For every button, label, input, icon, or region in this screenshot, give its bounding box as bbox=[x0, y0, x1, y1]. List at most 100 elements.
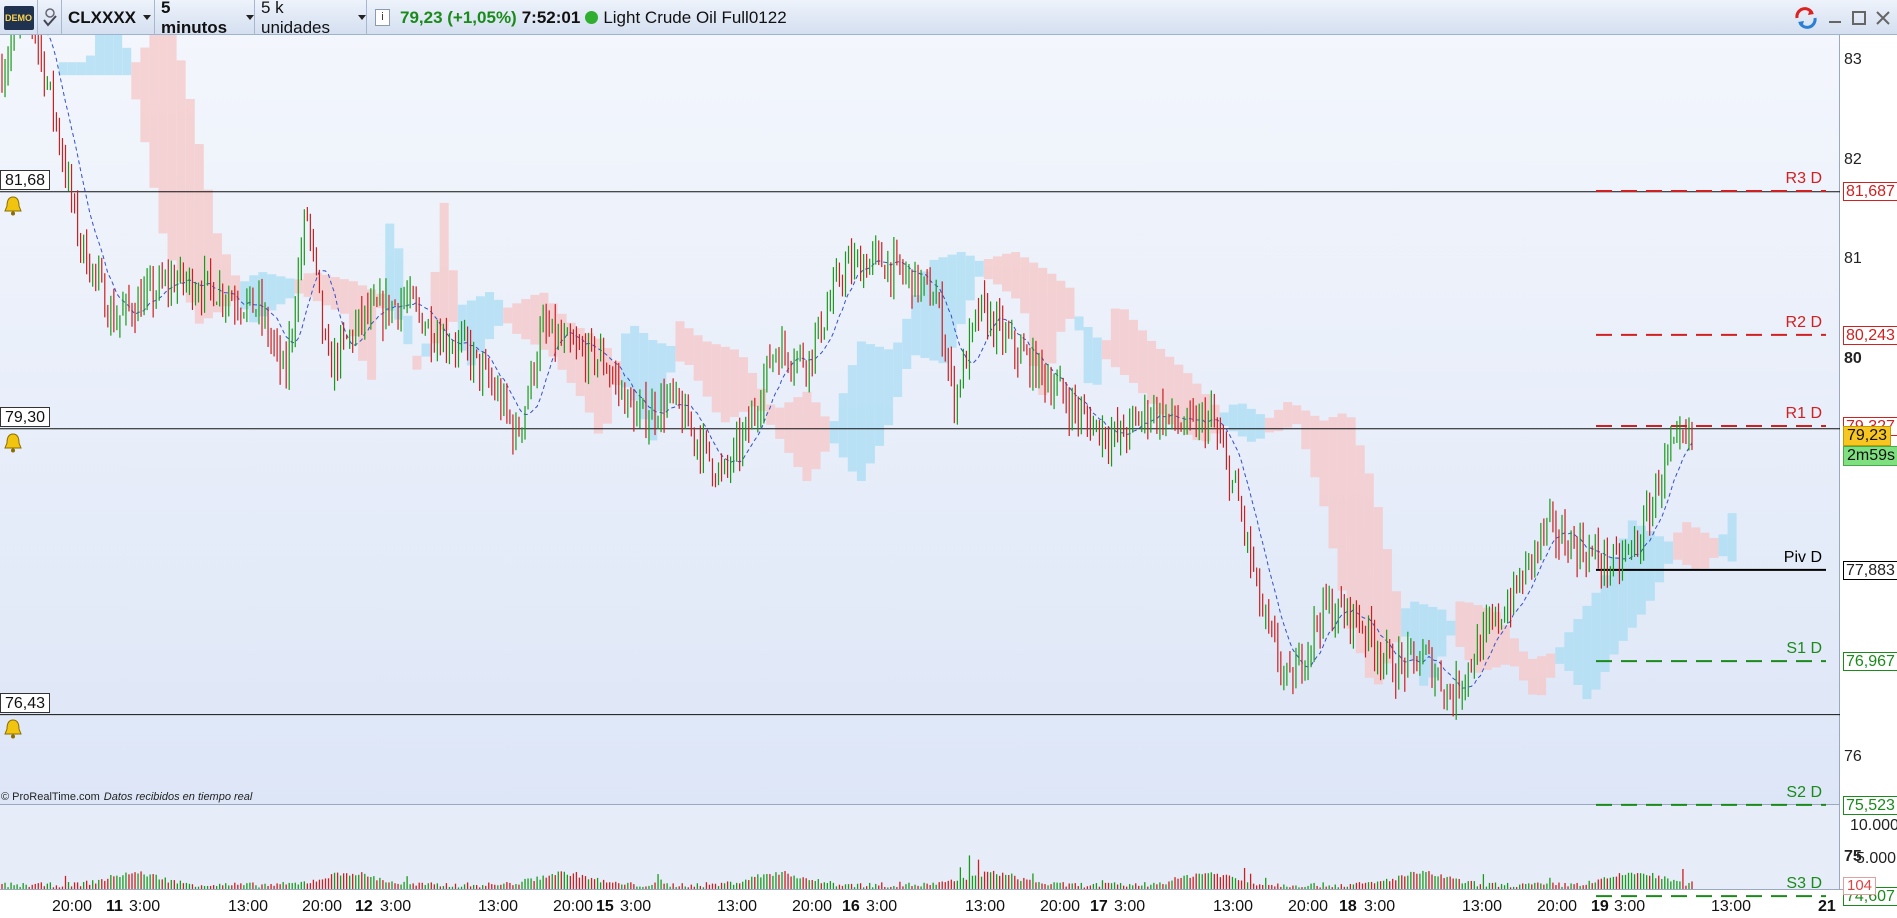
minimize-icon[interactable] bbox=[1827, 10, 1843, 26]
volume-tick-10000: 10.000 bbox=[1850, 817, 1897, 834]
cloud-segment bbox=[1537, 656, 1547, 696]
cloud-segment bbox=[1228, 404, 1238, 432]
instrument-name: Light Crude Oil Full0122 bbox=[603, 7, 787, 27]
cloud-segment bbox=[974, 260, 984, 277]
pivot-value-tag: 75,523 bbox=[1843, 795, 1897, 815]
cloud-segment bbox=[1464, 602, 1474, 661]
demo-logo-icon: DEMO bbox=[3, 5, 34, 30]
cloud-segment bbox=[1020, 257, 1030, 314]
cloud-segment bbox=[1255, 414, 1265, 439]
cloud-segment bbox=[1065, 287, 1075, 319]
symbol-label: CLXXXX bbox=[68, 7, 137, 27]
price-chart[interactable] bbox=[0, 35, 1897, 918]
pivot-value-tag: 81,687 bbox=[1843, 182, 1897, 201]
cloud-segment bbox=[566, 322, 576, 383]
cloud-segment bbox=[122, 47, 132, 76]
toolbar: DEMO CLXXXX 5 minutos 5 k unidades i 79,… bbox=[0, 0, 1897, 37]
cloud-segment bbox=[1528, 658, 1538, 695]
time-tick-label: 13:00 bbox=[1711, 898, 1752, 915]
cloud-segment bbox=[512, 303, 522, 334]
alert-price-label[interactable]: 79,30 bbox=[0, 406, 51, 427]
timeframe-selector[interactable]: 5 minutos bbox=[155, 0, 255, 37]
cloud-segment bbox=[1718, 534, 1728, 557]
cloud-segment bbox=[85, 55, 95, 76]
time-tick-label: 17 bbox=[1090, 898, 1108, 915]
cloud-segment bbox=[203, 189, 213, 319]
time-tick-label: 13:00 bbox=[478, 898, 519, 915]
alert-price-label[interactable]: 76,43 bbox=[0, 692, 51, 713]
cloud-segment bbox=[67, 62, 77, 76]
cloud-segment bbox=[439, 202, 449, 331]
alert-price-label[interactable]: 81,68 bbox=[0, 169, 51, 190]
cloud-segment bbox=[920, 271, 930, 358]
cloud-segment bbox=[666, 345, 676, 373]
cloud-segment bbox=[1056, 280, 1066, 332]
current-price-tag: 79,23 bbox=[1843, 425, 1892, 446]
time-tick-label: 3:00 bbox=[866, 898, 898, 915]
cloud-segment bbox=[1283, 402, 1293, 428]
cloud-segment bbox=[1518, 651, 1528, 681]
units-selector[interactable]: 5 k unidades bbox=[255, 0, 367, 37]
bell-icon[interactable] bbox=[2, 718, 24, 740]
time-tick-label: 3:00 bbox=[129, 898, 161, 915]
cloud-segment bbox=[1147, 340, 1157, 404]
time-tick-label: 20:00 bbox=[1288, 898, 1329, 915]
cloud-segment bbox=[711, 344, 721, 413]
price-tick-label: 82 bbox=[1844, 150, 1862, 168]
cloud-segment bbox=[1664, 541, 1674, 564]
cloud-segment bbox=[240, 281, 250, 310]
cloud-segment bbox=[992, 256, 1002, 285]
pivot-value-tag: 76,967 bbox=[1843, 652, 1897, 672]
cloud-segment bbox=[294, 279, 304, 294]
cloud-segment bbox=[1555, 647, 1565, 664]
cloud-segment bbox=[1401, 608, 1411, 637]
cloud-segment bbox=[1446, 620, 1456, 636]
cloud-segment bbox=[358, 285, 368, 361]
cloud-segment bbox=[720, 346, 730, 423]
symbol-selector[interactable]: CLXXXX bbox=[62, 0, 155, 35]
cloud-segment bbox=[748, 372, 758, 407]
maximize-icon[interactable] bbox=[1851, 10, 1867, 26]
cloud-segment bbox=[983, 259, 993, 280]
cloud-segment bbox=[1156, 348, 1166, 415]
cloud-segment bbox=[557, 313, 567, 370]
pivot-value-tag: 80,243 bbox=[1843, 325, 1897, 345]
cloud-segment bbox=[1128, 319, 1138, 383]
cloud-segment bbox=[856, 341, 866, 482]
time-tick-label: 3:00 bbox=[1614, 898, 1646, 915]
cloud-segment bbox=[1618, 538, 1628, 641]
bell-icon[interactable] bbox=[2, 432, 24, 454]
sync-icon[interactable] bbox=[1793, 6, 1819, 30]
cloud-segment bbox=[1655, 536, 1665, 583]
time-tick-label: 13:00 bbox=[965, 898, 1006, 915]
price-pane bbox=[0, 35, 1840, 804]
cloud-segment bbox=[412, 355, 422, 370]
bell-icon[interactable] bbox=[2, 195, 24, 217]
time-tick-label: 3:00 bbox=[1364, 898, 1396, 915]
info-icon[interactable]: i bbox=[375, 9, 390, 26]
close-icon[interactable] bbox=[1875, 10, 1891, 26]
cloud-segment bbox=[258, 272, 268, 317]
pivot-name: R2 D bbox=[1785, 313, 1822, 331]
realtime-status-icon bbox=[585, 11, 599, 24]
cloud-segment bbox=[657, 343, 667, 412]
cloud-segment bbox=[1011, 252, 1021, 299]
cloud-segment bbox=[893, 342, 903, 398]
cloud-segment bbox=[1673, 532, 1683, 560]
window-controls bbox=[1793, 0, 1897, 35]
cloud-segment bbox=[376, 293, 386, 309]
instrument-info: i 79,23 (+1,05%) 7:52:01 Light Crude Oil… bbox=[367, 0, 787, 35]
clock: 7:52:01 bbox=[521, 7, 581, 27]
cloud-segment bbox=[738, 357, 748, 412]
time-tick-label: 11 bbox=[106, 898, 123, 915]
cloud-segment bbox=[1391, 591, 1401, 643]
cloud-segment bbox=[793, 397, 803, 467]
cloud-segment bbox=[820, 416, 830, 452]
cloud-segment bbox=[1292, 405, 1302, 425]
pivot-value-tag: 77,883 bbox=[1843, 560, 1897, 580]
cloud-segment bbox=[1219, 412, 1229, 426]
demo-badge[interactable]: DEMO bbox=[0, 0, 38, 35]
cloud-segment bbox=[1491, 611, 1501, 668]
linked-windows-toggle[interactable] bbox=[38, 0, 62, 35]
cloud-segment bbox=[729, 349, 739, 418]
